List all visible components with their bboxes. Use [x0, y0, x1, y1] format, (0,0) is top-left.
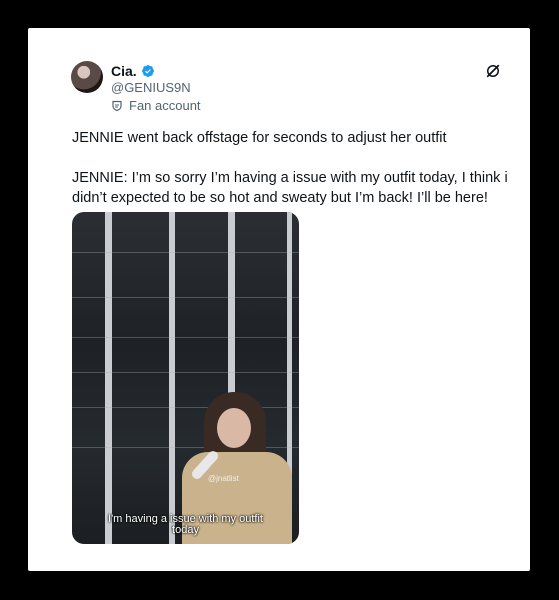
tweet-video[interactable]: @jnatlist I'm having a issue with my out… — [72, 212, 299, 544]
author-handle[interactable]: @GENIUS9N — [111, 80, 191, 95]
account-label: Fan account — [111, 98, 201, 113]
fan-account-icon — [112, 100, 122, 111]
author-name[interactable]: Cia. — [111, 63, 137, 79]
stage-truss — [105, 212, 112, 544]
stage-grid-line — [72, 407, 299, 408]
tweet-card: Cia. @GENIUS9N Fan account JENNIE went b… — [28, 28, 530, 571]
video-caption-line: today — [172, 524, 199, 536]
video-caption: I'm having a issue with my outfit today — [72, 514, 299, 536]
performer-face — [217, 408, 251, 448]
stage-grid-line — [72, 337, 299, 338]
stage-grid-line — [72, 372, 299, 373]
video-watermark: @jnatlist — [208, 474, 239, 483]
verified-badge-icon — [141, 65, 154, 77]
grok-icon[interactable] — [484, 62, 502, 80]
account-label-text: Fan account — [129, 98, 201, 113]
stage-truss — [169, 212, 175, 544]
stage-grid-line — [72, 252, 299, 253]
tweet-text: JENNIE went back offstage for seconds to… — [72, 130, 508, 206]
avatar[interactable] — [71, 61, 103, 93]
author-row: Cia. — [111, 63, 155, 79]
stage-grid-line — [72, 297, 299, 298]
